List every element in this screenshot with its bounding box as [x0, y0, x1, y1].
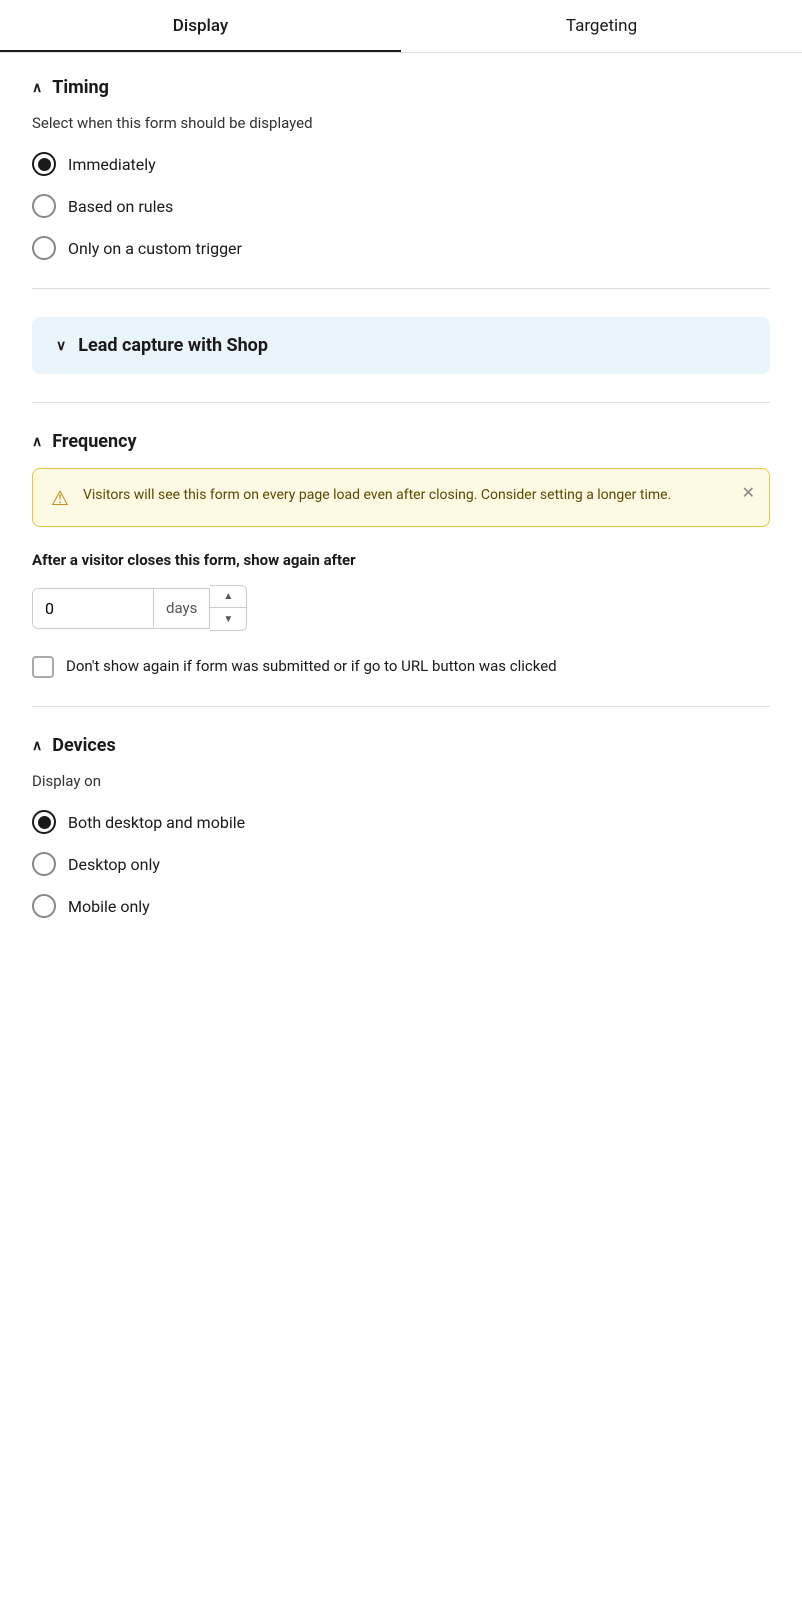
timing-radio-rules[interactable] — [32, 194, 56, 218]
frequency-label: After a visitor closes this form, show a… — [32, 551, 770, 569]
main-content: ∧ Timing Select when this form should be… — [0, 53, 802, 942]
days-unit-label: days — [153, 589, 209, 627]
timing-option-rules[interactable]: Based on rules — [32, 194, 770, 218]
frequency-chevron-icon: ∧ — [32, 434, 42, 450]
timing-section: ∧ Timing Select when this form should be… — [32, 77, 770, 260]
warning-icon: ⚠ — [51, 486, 69, 510]
timing-section-title: Timing — [52, 77, 109, 98]
devices-label-both: Both desktop and mobile — [68, 813, 245, 832]
days-stepper-up[interactable]: ▲ — [210, 586, 246, 608]
frequency-section-title: Frequency — [52, 431, 136, 452]
devices-label-desktop: Desktop only — [68, 855, 160, 874]
devices-section: ∧ Devices Display on Both desktop and mo… — [32, 735, 770, 918]
devices-chevron-icon: ∧ — [32, 738, 42, 754]
lead-capture-section[interactable]: ∨ Lead capture with Shop — [32, 317, 770, 374]
frequency-warning-box: ⚠ Visitors will see this form on every p… — [32, 468, 770, 527]
timing-description: Select when this form should be displaye… — [32, 114, 770, 132]
timing-radio-immediately[interactable] — [32, 152, 56, 176]
devices-section-title: Devices — [52, 735, 116, 756]
devices-option-mobile[interactable]: Mobile only — [32, 894, 770, 918]
timing-option-immediately[interactable]: Immediately — [32, 152, 770, 176]
divider-2 — [32, 402, 770, 403]
devices-radio-desktop[interactable] — [32, 852, 56, 876]
days-stepper-down[interactable]: ▼ — [210, 608, 246, 630]
days-input-row: days ▲ ▼ — [32, 585, 770, 631]
devices-description: Display on — [32, 772, 770, 790]
devices-radio-mobile[interactable] — [32, 894, 56, 918]
timing-label-rules: Based on rules — [68, 197, 173, 216]
dont-show-again-checkbox[interactable] — [32, 656, 54, 678]
tabs-bar: Display Targeting — [0, 0, 802, 53]
tab-targeting[interactable]: Targeting — [401, 0, 802, 52]
dont-show-again-checkbox-item[interactable]: Don't show again if form was submitted o… — [32, 655, 770, 678]
timing-radio-custom-trigger[interactable] — [32, 236, 56, 260]
warning-text: Visitors will see this form on every pag… — [83, 485, 751, 506]
tab-active-indicator — [0, 50, 401, 53]
devices-label-mobile: Mobile only — [68, 897, 150, 916]
timing-option-custom-trigger[interactable]: Only on a custom trigger — [32, 236, 770, 260]
frequency-section-header[interactable]: ∧ Frequency — [32, 431, 770, 452]
timing-section-header[interactable]: ∧ Timing — [32, 77, 770, 98]
timing-chevron-icon: ∧ — [32, 80, 42, 96]
tab-display[interactable]: Display — [0, 0, 401, 52]
timing-label-immediately: Immediately — [68, 155, 156, 174]
timing-label-custom-trigger: Only on a custom trigger — [68, 239, 242, 258]
days-stepper: ▲ ▼ — [210, 585, 247, 631]
devices-option-both[interactable]: Both desktop and mobile — [32, 810, 770, 834]
days-input-wrapper: days — [32, 588, 210, 629]
lead-capture-title: Lead capture with Shop — [78, 335, 268, 356]
warning-close-button[interactable]: ✕ — [742, 483, 755, 502]
divider-1 — [32, 288, 770, 289]
frequency-section: ∧ Frequency ⚠ Visitors will see this for… — [32, 431, 770, 678]
lead-capture-chevron-icon: ∨ — [56, 338, 66, 354]
days-input[interactable] — [33, 589, 153, 628]
devices-section-header[interactable]: ∧ Devices — [32, 735, 770, 756]
timing-radio-group: Immediately Based on rules Only on a cus… — [32, 152, 770, 260]
dont-show-again-label: Don't show again if form was submitted o… — [66, 655, 557, 678]
divider-3 — [32, 706, 770, 707]
devices-radio-group: Both desktop and mobile Desktop only Mob… — [32, 810, 770, 918]
devices-option-desktop[interactable]: Desktop only — [32, 852, 770, 876]
devices-radio-both[interactable] — [32, 810, 56, 834]
